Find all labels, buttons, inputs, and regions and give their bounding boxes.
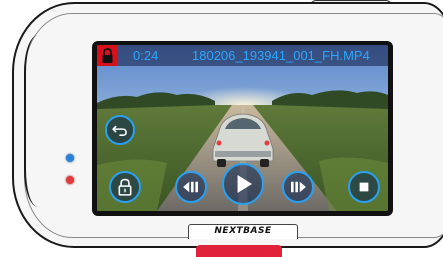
- play-button[interactable]: [222, 163, 264, 205]
- brand-plate: NEXTBASE: [188, 224, 298, 239]
- protected-file-badge: [97, 45, 118, 66]
- back-button[interactable]: [105, 115, 135, 145]
- skip-forward-icon: [291, 181, 306, 193]
- status-led-red: [66, 176, 74, 184]
- playback-status-bar: 0:24 180206_193941_001_FH.MP4: [97, 45, 388, 66]
- device-side-edge: [24, 35, 38, 207]
- elapsed-time: 0:24: [133, 48, 159, 63]
- file-name: 180206_193941_001_FH.MP4: [192, 48, 370, 63]
- skip-back-icon: [183, 181, 198, 193]
- next-frame-button[interactable]: [282, 171, 314, 203]
- previous-frame-button[interactable]: [175, 171, 207, 203]
- status-led-blue: [66, 154, 74, 162]
- stop-icon: [359, 182, 369, 192]
- playback-screen: 0:24 180206_193941_001_FH.MP4: [97, 45, 388, 211]
- play-icon: [237, 174, 253, 194]
- shutter-button[interactable]: [196, 245, 282, 257]
- protect-file-button[interactable]: [109, 171, 141, 203]
- stop-button[interactable]: [348, 171, 380, 203]
- dashcam-device: 0:24 180206_193941_001_FH.MP4 NEXTBASE: [0, 0, 443, 257]
- lock-icon: [102, 48, 113, 63]
- lock-icon: [118, 178, 132, 196]
- back-arrow-icon: [112, 125, 127, 136]
- brand-logo: NEXTBASE: [214, 226, 272, 236]
